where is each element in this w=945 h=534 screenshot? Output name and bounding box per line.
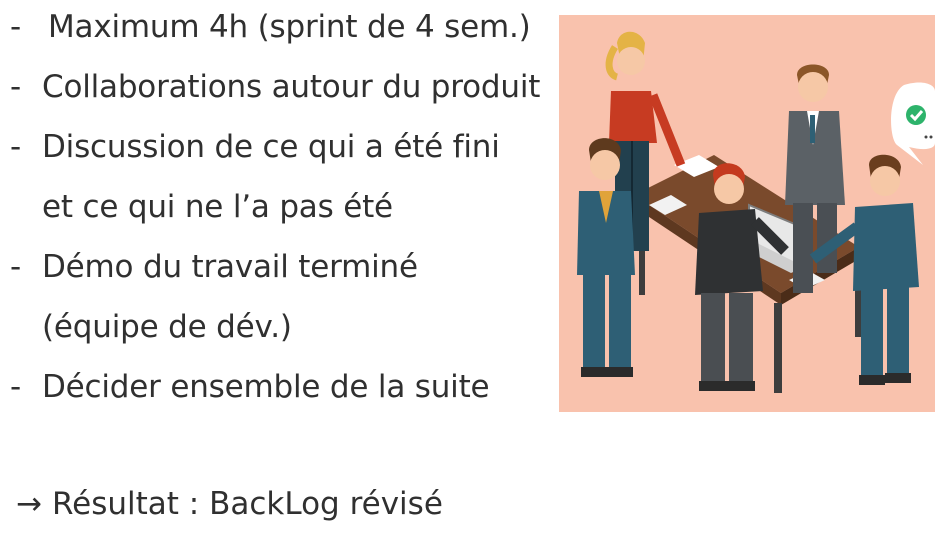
bullet-text: Décider ensemble de la suite: [42, 369, 490, 405]
bullet-text: (équipe de dév.): [42, 309, 292, 345]
slide: - Maximum 4h (sprint de 4 sem.) - Collab…: [0, 0, 945, 534]
bullet-dash: -: [10, 69, 21, 105]
bullet-text: Démo du travail terminé: [42, 249, 418, 285]
arrow-right-icon: →: [16, 486, 42, 522]
team-meeting-illustration: [559, 15, 935, 412]
bullet-text: Discussion de ce qui a été fini: [42, 129, 500, 165]
bullet-dash: -: [10, 129, 21, 165]
bullet-dash: -: [10, 9, 21, 45]
bullet-dash: -: [10, 249, 21, 285]
bullet-text: Collaborations autour du produit: [42, 69, 541, 105]
result-text: Résultat : BackLog révisé: [52, 486, 443, 522]
bullet-text: Maximum 4h (sprint de 4 sem.): [48, 9, 531, 45]
bullet-dash: -: [10, 369, 21, 405]
result-line: → Résultat : BackLog révisé: [16, 484, 443, 524]
bullet-text: et ce qui ne l’a pas été: [42, 189, 393, 225]
